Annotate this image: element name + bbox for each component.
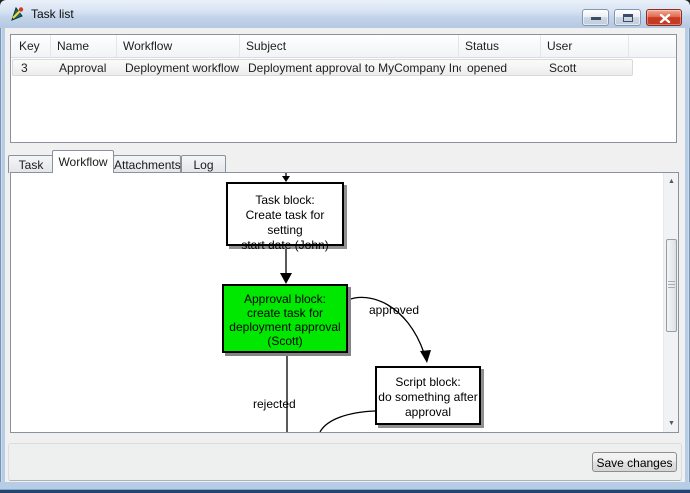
cell-status: opened (461, 60, 543, 75)
cell-workflow: Deployment workflow (119, 60, 242, 75)
scrollbar-thumb[interactable] (666, 239, 677, 332)
node-line: deployment approval (224, 320, 346, 334)
column-header-user[interactable]: User (541, 35, 629, 57)
save-changes-button[interactable]: Save changes (592, 452, 677, 472)
minimize-button[interactable] (582, 9, 609, 26)
title-bar[interactable]: Task list (0, 0, 690, 28)
edge-bottom-curve (320, 411, 375, 432)
node-approval-block[interactable]: Approval block: create task for deployme… (222, 284, 348, 353)
minimize-icon (591, 17, 601, 20)
node-line: start date (John) (228, 238, 342, 253)
task-table: Key Name Workflow Subject Status User 3 … (10, 34, 677, 143)
maximize-button[interactable] (614, 9, 641, 26)
node-line: Script block: (377, 375, 479, 390)
table-header: Key Name Workflow Subject Status User (11, 35, 676, 58)
scroll-up-button[interactable]: ▲ (664, 173, 679, 190)
status-bar (8, 443, 682, 481)
vertical-scrollbar[interactable]: ▲ ▼ (663, 173, 678, 432)
node-line: approval (377, 405, 479, 420)
close-button[interactable] (646, 9, 682, 26)
column-header-subject[interactable]: Subject (240, 35, 459, 57)
column-header-filler (629, 35, 676, 57)
caption-buttons (582, 9, 682, 26)
node-script-block[interactable]: Script block: do something after approva… (375, 366, 481, 425)
table-row[interactable]: 3 Approval Deployment workflow Deploymen… (12, 59, 633, 76)
cell-key: 3 (13, 60, 53, 75)
column-header-status[interactable]: Status (459, 35, 541, 57)
edge-label-approved: approved (369, 303, 419, 317)
edge-task-to-approval-arrowhead (280, 273, 292, 284)
edge-approved-arrowhead (420, 350, 431, 363)
scrollbar-grip-icon (668, 281, 675, 289)
cell-name: Approval (53, 60, 119, 75)
node-line: Task block: (228, 193, 342, 208)
window-title: Task list (31, 7, 74, 21)
tab-task[interactable]: Task (8, 155, 54, 173)
app-icon (9, 6, 25, 22)
column-header-key[interactable]: Key (11, 35, 51, 57)
edge-label-rejected: rejected (253, 397, 296, 411)
column-header-name[interactable]: Name (51, 35, 117, 57)
task-list-window: Task list Key Name Workflow Subject Stat… (0, 0, 690, 493)
workflow-diagram-panel: Task block: Create task for setting star… (10, 172, 679, 433)
node-line: (Scott) (224, 334, 346, 348)
node-line: create task for (224, 306, 346, 320)
close-icon (659, 14, 671, 23)
node-line: Approval block: (224, 292, 346, 306)
tab-attachments[interactable]: Attachments (113, 155, 181, 173)
node-line: do something after (377, 390, 479, 405)
maximize-icon (623, 14, 633, 22)
column-header-workflow[interactable]: Workflow (117, 35, 240, 57)
node-line: Create task for setting (228, 208, 342, 238)
cell-subject: Deployment approval to MyCompany Inc. (242, 60, 461, 75)
node-task-block[interactable]: Task block: Create task for setting star… (226, 182, 344, 246)
cell-user: Scott (543, 60, 631, 75)
tab-log[interactable]: Log (181, 155, 226, 173)
window-frame-right (685, 28, 690, 482)
tab-workflow[interactable]: Workflow (52, 150, 114, 173)
scroll-down-button[interactable]: ▼ (664, 415, 679, 432)
window-frame-bottom (0, 482, 690, 493)
